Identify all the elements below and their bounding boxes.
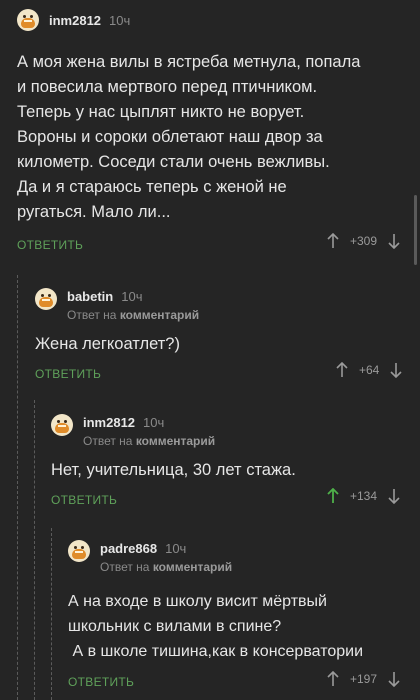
username[interactable]: padre868 xyxy=(100,541,157,556)
parent-comment-link[interactable]: комментарий xyxy=(120,308,199,322)
avatar[interactable] xyxy=(68,540,90,562)
comment-time: 10ч xyxy=(165,541,187,556)
arrow-up-icon[interactable] xyxy=(335,362,349,378)
parent-comment-link[interactable]: комментарий xyxy=(153,560,232,574)
comment-header: babetin 10ч Ответ на комментарий xyxy=(35,288,199,322)
username[interactable]: inm2812 xyxy=(83,415,135,430)
comment-time: 10ч xyxy=(121,289,143,304)
thread-line xyxy=(34,400,35,700)
username[interactable]: inm2812 xyxy=(49,13,101,28)
scrollbar[interactable] xyxy=(414,195,417,265)
rating: +309 xyxy=(350,234,378,248)
arrow-up-icon[interactable] xyxy=(326,488,340,504)
reply-to: Ответ на комментарий xyxy=(100,560,233,574)
thread-line xyxy=(51,528,52,700)
comment-time: 10ч xyxy=(143,415,165,430)
vote-controls: +134 xyxy=(326,488,401,504)
reply-button[interactable]: ОТВЕТИТЬ xyxy=(17,238,83,252)
arrow-down-icon[interactable] xyxy=(387,488,401,504)
vote-controls: +64 xyxy=(335,362,403,378)
rating: +197 xyxy=(350,672,378,686)
thread-line xyxy=(17,275,18,700)
comment-text: А моя жена вилы в ястреба метнула, попал… xyxy=(17,53,361,221)
comment-time: 10ч xyxy=(109,13,131,28)
comment-text: Жена легкоатлет?) xyxy=(35,335,180,353)
reply-button[interactable]: ОТВЕТИТЬ xyxy=(68,675,134,689)
comment-header: padre868 10ч Ответ на комментарий xyxy=(68,540,232,574)
vote-controls: +197 xyxy=(326,671,401,687)
reply-to: Ответ на комментарий xyxy=(83,434,216,448)
avatar[interactable] xyxy=(35,288,57,310)
arrow-down-icon[interactable] xyxy=(387,671,401,687)
comment-text: Нет, учительница, 30 лет стажа. xyxy=(51,461,296,479)
arrow-up-icon[interactable] xyxy=(326,233,340,249)
parent-comment-link[interactable]: комментарий xyxy=(136,434,215,448)
arrow-up-icon[interactable] xyxy=(326,671,340,687)
comment-header: inm2812 10ч xyxy=(17,9,130,31)
reply-button[interactable]: ОТВЕТИТЬ xyxy=(51,493,117,507)
reply-button[interactable]: ОТВЕТИТЬ xyxy=(35,367,101,381)
rating: +134 xyxy=(350,489,378,503)
vote-controls: +309 xyxy=(326,233,401,249)
comment-text: А на входе в школу висит мёртвый школьни… xyxy=(68,593,364,660)
avatar[interactable] xyxy=(51,414,73,436)
arrow-down-icon[interactable] xyxy=(387,233,401,249)
username[interactable]: babetin xyxy=(67,289,113,304)
arrow-down-icon[interactable] xyxy=(389,362,403,378)
rating: +64 xyxy=(359,363,380,377)
comments-page: inm2812 10ч А моя жена вилы в ястреба мет… xyxy=(0,0,420,700)
reply-to: Ответ на комментарий xyxy=(67,308,200,322)
avatar[interactable] xyxy=(17,9,39,31)
comment-header: inm2812 10ч Ответ на комментарий xyxy=(51,414,215,448)
